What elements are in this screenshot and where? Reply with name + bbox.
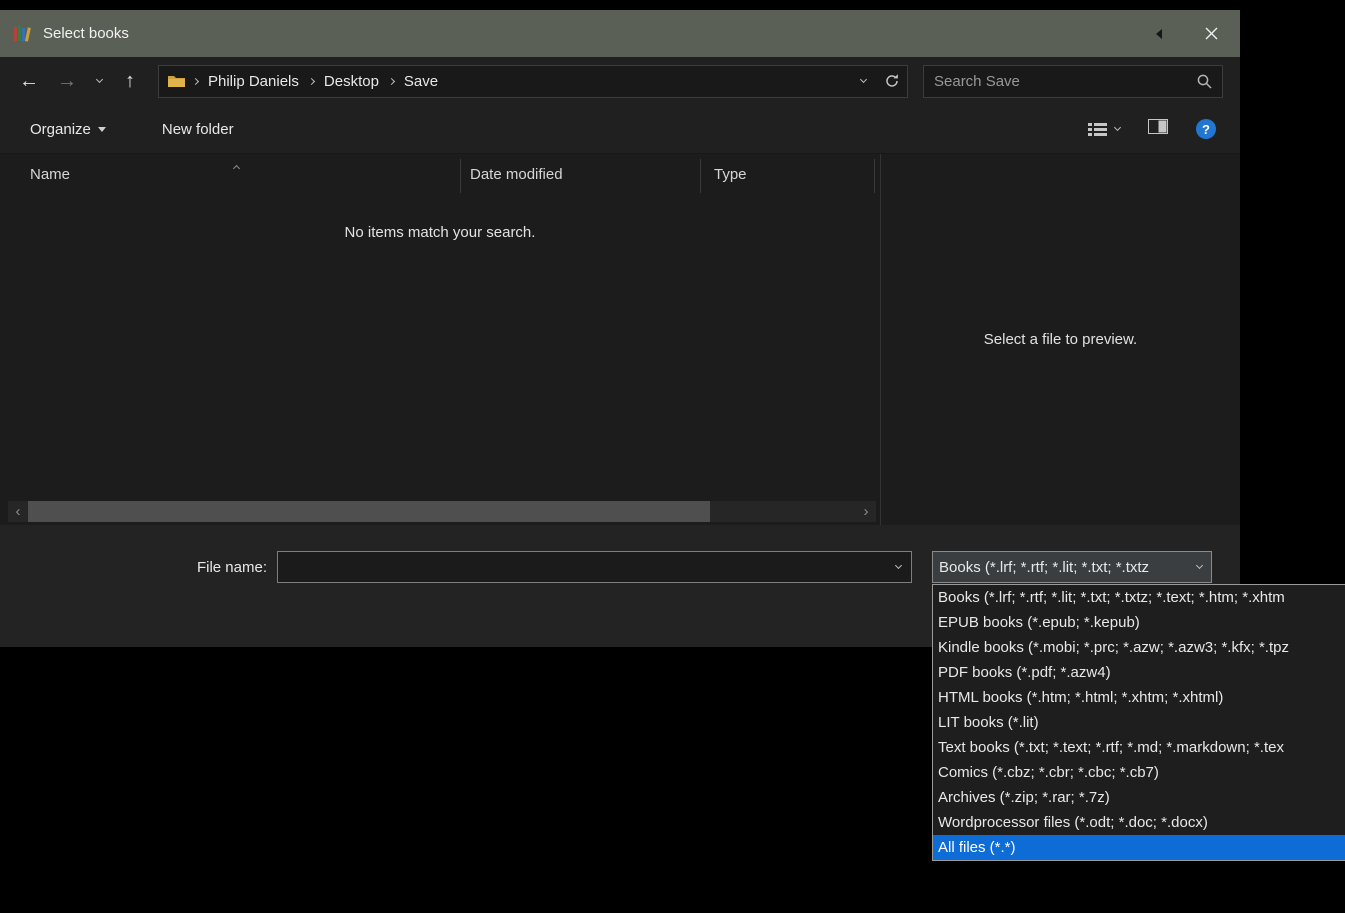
chevron-down-icon [1187,561,1211,570]
search-input[interactable] [924,72,1186,90]
search-box [923,64,1223,98]
command-toolbar: Organize New folder ? [0,105,1240,154]
file-type-option-pdf[interactable]: PDF books (*.pdf; *.azw4) [933,660,1345,685]
close-icon [1205,27,1217,40]
breadcrumb-item-desktop[interactable]: Desktop [322,71,381,92]
column-headers: Name Date modified Type [0,154,880,198]
horizontal-scrollbar[interactable]: ‹ › [8,501,876,522]
chevron-down-icon [859,75,867,84]
file-type-option-all-files[interactable]: All files (*.*) [933,835,1345,860]
refresh-icon [886,74,898,87]
sort-ascending-icon [232,158,241,175]
file-name-field [277,551,912,583]
organize-button[interactable]: Organize [30,121,106,138]
file-name-input[interactable] [278,558,885,576]
file-type-option-text[interactable]: Text books (*.txt; *.text; *.rtf; *.md; … [933,735,1345,760]
chevron-down-icon [97,126,106,132]
forward-button[interactable]: → [48,70,86,93]
preview-pane-button[interactable] [1148,119,1168,139]
file-type-option-html[interactable]: HTML books (*.htm; *.html; *.xhtm; *.xht… [933,685,1345,710]
file-type-value: Books (*.lrf; *.rtf; *.lit; *.txt; *.txt… [939,558,1150,576]
close-button[interactable] [1182,10,1240,57]
navigation-bar: ← → ↑ Philip Daniels Desktop Save [0,57,1240,105]
file-type-dropdown-list: Books (*.lrf; *.rtf; *.lit; *.txt; *.txt… [932,584,1345,861]
column-header-date-modified[interactable]: Date modified [470,166,563,183]
chevron-down-icon [1113,123,1122,132]
file-name-history-button[interactable] [885,561,911,570]
column-divider[interactable] [460,159,461,193]
breadcrumb-item-save[interactable]: Save [402,71,440,92]
chevron-down-icon [95,75,103,84]
breadcrumb-separator-icon [185,77,206,85]
folder-icon [168,74,185,88]
address-dropdown-button[interactable] [849,75,877,84]
file-type-option-kindle[interactable]: Kindle books (*.mobi; *.prc; *.azw; *.az… [933,635,1345,660]
address-bar[interactable]: Philip Daniels Desktop Save [158,64,908,98]
chevron-down-icon [894,561,902,570]
new-folder-button[interactable]: New folder [162,121,234,138]
file-name-label: File name: [196,559,267,576]
file-type-option-wordprocessor[interactable]: Wordprocessor files (*.odt; *.doc; *.doc… [933,810,1345,835]
search-button[interactable] [1186,73,1222,90]
file-type-option-lit[interactable]: LIT books (*.lit) [933,710,1345,735]
file-type-combobox[interactable]: Books (*.lrf; *.rtf; *.lit; *.txt; *.txt… [932,551,1212,583]
column-header-type[interactable]: Type [714,166,747,183]
select-books-dialog: Select books ← → ↑ Philip Daniels Deskto… [0,10,1240,647]
file-type-option-books[interactable]: Books (*.lrf; *.rtf; *.lit; *.txt; *.txt… [933,585,1345,610]
scroll-left-button[interactable]: ‹ [8,501,28,522]
file-type-option-archives[interactable]: Archives (*.zip; *.rar; *.7z) [933,785,1345,810]
titlebar: Select books [0,10,1240,57]
column-header-name[interactable]: Name [30,166,70,183]
column-divider[interactable] [874,159,875,193]
breadcrumb-separator-icon [381,77,402,85]
details-view-icon [1088,122,1107,136]
back-button[interactable]: ← [10,70,48,93]
file-type-option-comics[interactable]: Comics (*.cbz; *.cbr; *.cbc; *.cb7) [933,760,1345,785]
file-type-option-epub[interactable]: EPUB books (*.epub; *.kepub) [933,610,1345,635]
calibre-app-icon [13,25,33,43]
scrollbar-thumb[interactable] [28,501,710,522]
window-title: Select books [43,25,129,42]
preview-pane-icon [1148,119,1168,134]
titlebar-arrow-button[interactable] [1136,10,1182,57]
scroll-right-button[interactable]: › [856,501,876,522]
breadcrumb-separator-icon [301,77,322,85]
help-button[interactable]: ? [1196,119,1216,139]
column-divider[interactable] [700,159,701,193]
empty-list-message: No items match your search. [344,224,536,241]
left-triangle-icon [1156,28,1162,39]
preview-placeholder-message: Select a file to preview. [983,331,1138,348]
search-icon [1197,74,1212,89]
organize-label: Organize [30,120,91,138]
change-view-button[interactable] [1088,122,1122,137]
breadcrumb-item-user[interactable]: Philip Daniels [206,71,301,92]
refresh-button[interactable] [877,73,907,89]
up-button[interactable]: ↑ [112,70,148,93]
file-list-area: Name Date modified Type No items match y… [0,154,1240,525]
recent-locations-button[interactable] [86,75,112,84]
